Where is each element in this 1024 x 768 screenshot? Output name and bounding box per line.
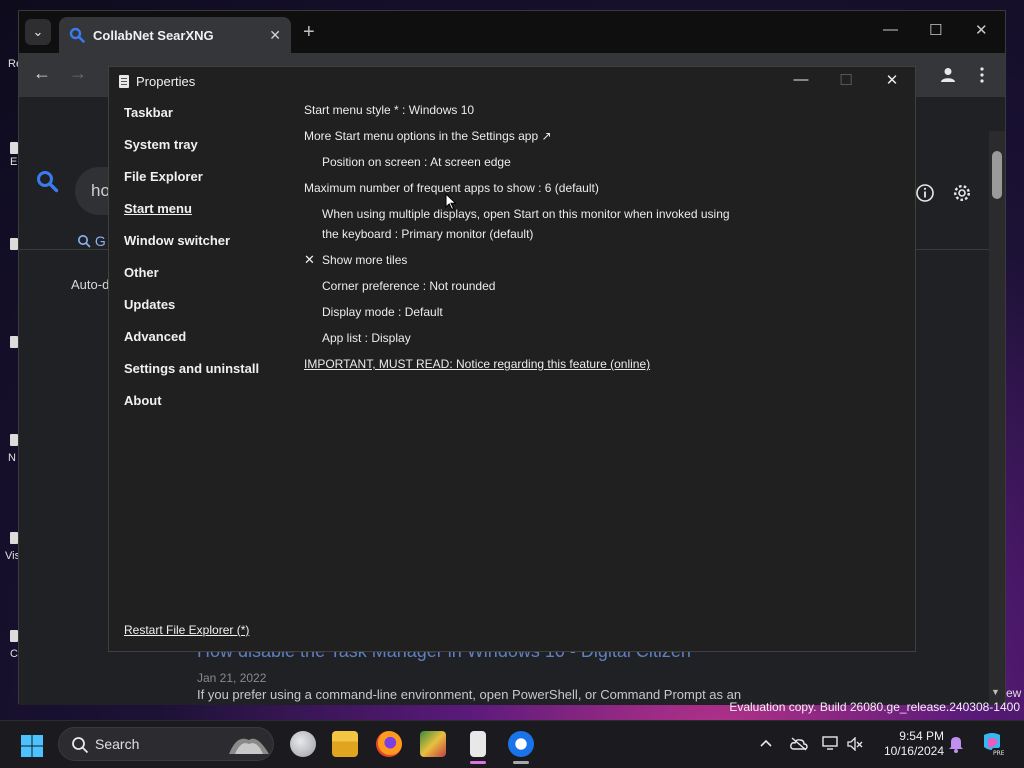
page-scrollbar[interactable]	[989, 131, 1005, 705]
nav-item-about[interactable]: About	[124, 393, 162, 408]
copilot-pre-icon[interactable]: PRE	[980, 731, 1004, 757]
browser-menu-icon[interactable]	[979, 66, 985, 84]
tab-general-label: G	[94, 233, 106, 249]
desktop-partial-label: ew	[1006, 686, 1022, 700]
active-app-indicator	[470, 761, 486, 764]
desktop-icons-strip: Re E N Vis C	[0, 0, 22, 720]
browser-tab-strip: ⌄ CollabNet SearXNG ✕ + — ☐ ✕	[19, 11, 1005, 53]
searxng-logo-icon[interactable]	[35, 169, 59, 193]
network-icon[interactable]	[822, 736, 838, 750]
browser-minimize-button[interactable]: —	[883, 21, 898, 38]
profile-icon[interactable]	[939, 66, 957, 84]
search-icon	[72, 737, 89, 754]
option-start-menu-style[interactable]: Start menu style * : Windows 10	[304, 100, 474, 120]
properties-minimize-button[interactable]: —	[786, 71, 816, 93]
firefox-icon[interactable]	[376, 731, 402, 757]
autodetect-language-text: Auto-d	[71, 277, 110, 292]
open-app-indicator	[513, 761, 529, 764]
properties-title: Properties	[136, 74, 196, 89]
nav-item-system-tray[interactable]: System tray	[124, 137, 198, 152]
nav-item-updates[interactable]: Updates	[124, 297, 175, 312]
nav-item-start-menu[interactable]: Start menu	[124, 201, 192, 216]
clock-time: 9:54 PM	[899, 729, 944, 743]
chrome-icon[interactable]	[508, 731, 534, 757]
gear-icon[interactable]	[952, 183, 972, 203]
important-notice-link[interactable]: IMPORTANT, MUST READ: Notice regarding t…	[304, 354, 650, 374]
show-more-tiles-checkmark-icon[interactable]: ✕	[304, 252, 315, 268]
properties-close-button[interactable]: ✕	[877, 71, 907, 93]
desktop-icon[interactable]	[10, 434, 18, 446]
option-display-mode[interactable]: Display mode : Default	[322, 302, 443, 322]
new-tab-button[interactable]: +	[303, 21, 315, 44]
notification-bell-icon[interactable]	[948, 735, 964, 753]
desktop-label-n: N	[8, 452, 16, 464]
forward-button[interactable]: →	[69, 63, 87, 84]
option-position-on-screen[interactable]: Position on screen : At screen edge	[322, 152, 511, 172]
option-multi-display-line2[interactable]: the keyboard : Primary monitor (default)	[322, 224, 533, 244]
tab-close-icon[interactable]: ✕	[269, 27, 281, 44]
properties-dialog: Properties — ☐ ✕ Taskbar System tray Fil…	[108, 66, 916, 652]
taskbar-clock[interactable]: 9:54 PM 10/16/2024	[880, 729, 944, 759]
desktop-icon[interactable]	[10, 532, 18, 544]
restart-file-explorer-link[interactable]: Restart File Explorer (*)	[124, 623, 249, 637]
volume-muted-icon[interactable]	[847, 737, 863, 751]
windows-start-icon[interactable]	[20, 734, 44, 758]
tab-general[interactable]: G	[77, 233, 106, 249]
nav-item-settings-uninstall[interactable]: Settings and uninstall	[124, 361, 259, 376]
tray-overflow-chevron-icon[interactable]	[760, 738, 772, 748]
browser-close-button[interactable]: ✕	[975, 21, 988, 39]
nav-item-file-explorer[interactable]: File Explorer	[124, 169, 203, 184]
nav-item-advanced[interactable]: Advanced	[124, 329, 186, 344]
svg-text:PRE: PRE	[993, 750, 1004, 757]
taskbar-search-box[interactable]: Search	[58, 727, 274, 761]
option-more-settings-link[interactable]: More Start menu options in the Settings …	[304, 126, 552, 146]
evaluation-watermark: Evaluation copy. Build 26080.ge_release.…	[729, 700, 1020, 714]
browser-tab-searxng[interactable]: CollabNet SearXNG ✕	[59, 17, 291, 53]
tab-search-dropdown-button[interactable]: ⌄	[25, 19, 51, 45]
clock-date: 10/16/2024	[883, 744, 944, 758]
properties-taskbar-icon[interactable]	[470, 731, 486, 757]
desktop-label-e: E	[10, 156, 18, 168]
option-app-list[interactable]: App list : Display	[322, 328, 411, 348]
search-tab-icon	[78, 235, 91, 248]
search-highlight-icon	[229, 738, 269, 754]
desktop-icon[interactable]	[10, 142, 18, 154]
scroll-down-arrow-icon[interactable]: ▼	[991, 687, 1000, 697]
taskbar-search-label: Search	[95, 736, 140, 752]
widgets-icon[interactable]	[290, 731, 316, 757]
nav-item-other[interactable]: Other	[124, 265, 159, 280]
desktop-icon[interactable]	[10, 238, 18, 250]
back-button[interactable]: ←	[33, 63, 51, 84]
option-corner-preference[interactable]: Corner preference : Not rounded	[322, 276, 495, 296]
properties-app-icon	[119, 75, 129, 88]
desktop-icon[interactable]	[10, 630, 18, 642]
browser-maximize-button[interactable]: ☐	[929, 21, 942, 39]
result-snippet: If you prefer using a command-line envir…	[197, 687, 742, 702]
app-icon-paint[interactable]	[420, 731, 446, 757]
nav-item-taskbar[interactable]: Taskbar	[124, 105, 173, 120]
properties-titlebar[interactable]: Properties — ☐ ✕	[109, 67, 915, 97]
mouse-cursor-icon	[445, 193, 457, 211]
nav-item-window-switcher[interactable]: Window switcher	[124, 233, 230, 248]
onedrive-cloud-icon[interactable]	[790, 737, 808, 751]
info-icon[interactable]	[915, 183, 935, 203]
tab-title: CollabNet SearXNG	[93, 27, 214, 43]
file-explorer-icon[interactable]	[332, 731, 358, 757]
option-multi-display-line1[interactable]: When using multiple displays, open Start…	[322, 204, 730, 224]
properties-maximize-button[interactable]: ☐	[831, 71, 861, 93]
desktop-label-c: C	[10, 648, 18, 660]
scrollbar-thumb[interactable]	[992, 151, 1002, 199]
result-date: Jan 21, 2022	[197, 671, 267, 685]
desktop-icon[interactable]	[10, 336, 18, 348]
searxng-favicon-icon	[69, 27, 85, 43]
option-show-more-tiles[interactable]: Show more tiles	[322, 250, 407, 270]
